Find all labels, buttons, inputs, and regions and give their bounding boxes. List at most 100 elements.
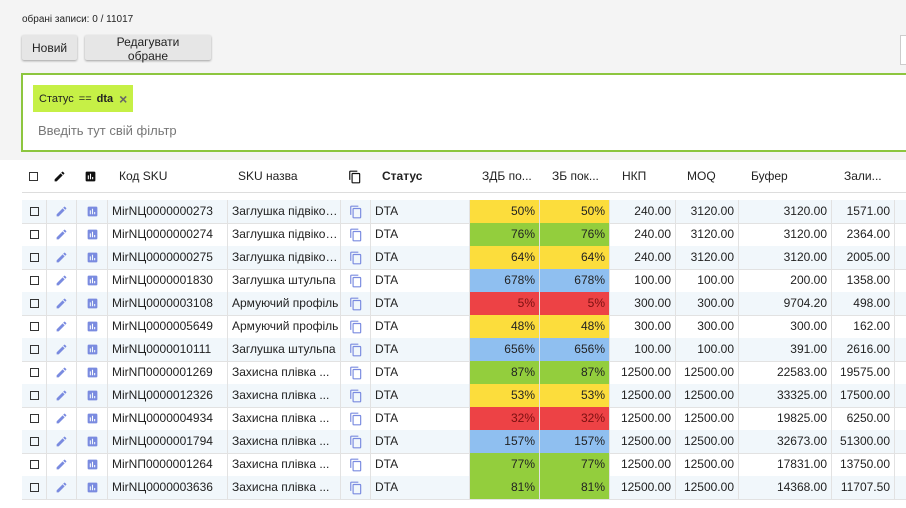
nkp-cell: 12500.00 (610, 384, 676, 407)
filter-box[interactable]: Статус == dta × Введіть тут свій фільтр (21, 73, 906, 152)
new-button[interactable]: Новий (22, 35, 77, 60)
col-buffer[interactable]: Буфер (751, 160, 831, 192)
edit-icon[interactable] (47, 292, 77, 315)
table-row[interactable]: MirNЦ0000003636 Захисна плівка ... DTA 81% 8… (22, 476, 906, 500)
row-checkbox[interactable] (22, 246, 47, 269)
col-moq[interactable]: MOQ (687, 160, 747, 192)
table-row[interactable]: MirNЦ0000004934 Захисна плівка ... DTA 32% 3… (22, 407, 906, 431)
edit-icon[interactable] (47, 476, 77, 499)
copy-icon[interactable] (341, 453, 371, 476)
zb-percent-cell: 76% (540, 223, 610, 246)
chart-icon[interactable] (77, 315, 108, 338)
copy-icon[interactable] (341, 315, 371, 338)
col-stock[interactable]: Зали... (844, 160, 906, 192)
edit-selected-button[interactable]: Редагувати обране (85, 35, 211, 63)
row-checkbox[interactable] (22, 200, 47, 223)
edit-icon[interactable] (47, 338, 77, 361)
chart-icon[interactable] (77, 246, 108, 269)
nkp-cell: 12500.00 (610, 430, 676, 453)
edit-icon[interactable] (47, 200, 77, 223)
chart-icon[interactable] (77, 292, 108, 315)
row-checkbox[interactable] (22, 338, 47, 361)
col-sku-code[interactable]: Код SKU (119, 160, 219, 192)
table-row[interactable]: MirNЦ0000012326 Захисна плівка ... DTA 53% 5… (22, 384, 906, 408)
sku-name-cell: Захисна плівка ... (228, 384, 341, 407)
row-checkbox[interactable] (22, 430, 47, 453)
copy-icon[interactable] (341, 476, 371, 499)
col-sku-name[interactable]: SKU назва (238, 160, 338, 192)
edit-icon[interactable] (47, 384, 77, 407)
select-all-checkbox[interactable] (29, 160, 45, 192)
row-checkbox[interactable] (22, 476, 47, 499)
copy-icon[interactable] (341, 200, 371, 223)
chart-icon[interactable] (77, 476, 108, 499)
moq-cell: 300.00 (676, 292, 739, 315)
row-checkbox[interactable] (22, 407, 47, 430)
buffer-cell: 391.00 (739, 338, 832, 361)
edit-icon[interactable] (47, 246, 77, 269)
table-row[interactable]: MirNЦ0000000275 Заглушка підвіконня DTA 64%… (22, 246, 906, 270)
chart-icon[interactable] (77, 200, 108, 223)
copy-icon[interactable] (341, 269, 371, 292)
sku-code-cell: MirNЦ0000000274 (108, 223, 228, 246)
status-cell: DTA (371, 269, 470, 292)
status-cell: DTA (371, 361, 470, 384)
chart-icon[interactable] (77, 338, 108, 361)
table-row[interactable]: MirNЦ0000010111 Заглушка штульпа DTA 656% 65… (22, 338, 906, 362)
status-cell: DTA (371, 200, 470, 223)
row-checkbox[interactable] (22, 269, 47, 292)
chart-icon[interactable] (77, 269, 108, 292)
filter-input[interactable]: Введіть тут свій фільтр (38, 123, 177, 138)
edit-icon[interactable] (47, 453, 77, 476)
col-zdb[interactable]: ЗДБ по... (482, 160, 546, 192)
filter-chip[interactable]: Статус == dta × (33, 85, 134, 112)
edit-icon[interactable] (47, 430, 77, 453)
row-checkbox[interactable] (22, 223, 47, 246)
copy-icon[interactable] (341, 430, 371, 453)
sku-code-cell: MirNЦ0000003636 (108, 476, 228, 499)
chart-icon[interactable] (77, 453, 108, 476)
zdb-percent-cell: 50% (470, 200, 540, 223)
table-row[interactable]: MirNЦ0000000274 Заглушка підвіконня DTA 76%… (22, 223, 906, 247)
chart-icon[interactable] (77, 430, 108, 453)
stock-cell: 162.00 (832, 315, 895, 338)
nkp-cell: 12500.00 (610, 407, 676, 430)
edit-icon[interactable] (47, 223, 77, 246)
col-nkp[interactable]: НКП (622, 160, 682, 192)
selected-records-count: обрані записи: 0 / 11017 (22, 14, 134, 25)
corner-control[interactable] (900, 35, 906, 65)
remove-chip-icon[interactable]: × (119, 91, 127, 107)
copy-icon[interactable] (341, 407, 371, 430)
row-checkbox[interactable] (22, 315, 47, 338)
edit-icon[interactable] (47, 315, 77, 338)
stock-cell: 1358.00 (832, 269, 895, 292)
col-zb[interactable]: ЗБ пок... (552, 160, 616, 192)
table-row[interactable]: MirNП0000001269 Захисна плівка ... DTA 87% 8… (22, 361, 906, 385)
edit-icon[interactable] (47, 269, 77, 292)
copy-icon[interactable] (341, 292, 371, 315)
table-row[interactable]: MirNЦ0000003108 Армуючий профіль DTA 5% 5% 30… (22, 292, 906, 316)
table-row[interactable]: MirNП0000001264 Захисна плівка ... DTA 77% 7… (22, 453, 906, 477)
chart-icon[interactable] (77, 407, 108, 430)
row-checkbox[interactable] (22, 361, 47, 384)
row-checkbox[interactable] (22, 384, 47, 407)
copy-icon[interactable] (341, 361, 371, 384)
row-checkbox[interactable] (22, 453, 47, 476)
chart-icon[interactable] (77, 384, 108, 407)
table-row[interactable]: MirNЦ0000001794 Захисна плівка ... DTA 157%… (22, 430, 906, 454)
table-row[interactable]: MirNЦ0000005649 Армуючий профіль DTA 48% 48%… (22, 315, 906, 339)
chart-icon[interactable] (77, 361, 108, 384)
edit-icon[interactable] (47, 407, 77, 430)
copy-icon[interactable] (341, 338, 371, 361)
copy-icon[interactable] (341, 223, 371, 246)
moq-cell: 300.00 (676, 315, 739, 338)
chart-icon[interactable] (77, 223, 108, 246)
col-status[interactable]: Статус (382, 160, 462, 192)
edit-icon[interactable] (47, 361, 77, 384)
copy-icon[interactable] (341, 384, 371, 407)
row-checkbox[interactable] (22, 292, 47, 315)
copy-icon[interactable] (341, 246, 371, 269)
stock-cell: 13750.00 (832, 453, 895, 476)
table-row[interactable]: MirNЦ0000000273 Заглушка підвіконня DTA 50%… (22, 200, 906, 224)
table-row[interactable]: MirNЦ0000001830 Заглушка штульпа DTA 678% 67… (22, 269, 906, 293)
